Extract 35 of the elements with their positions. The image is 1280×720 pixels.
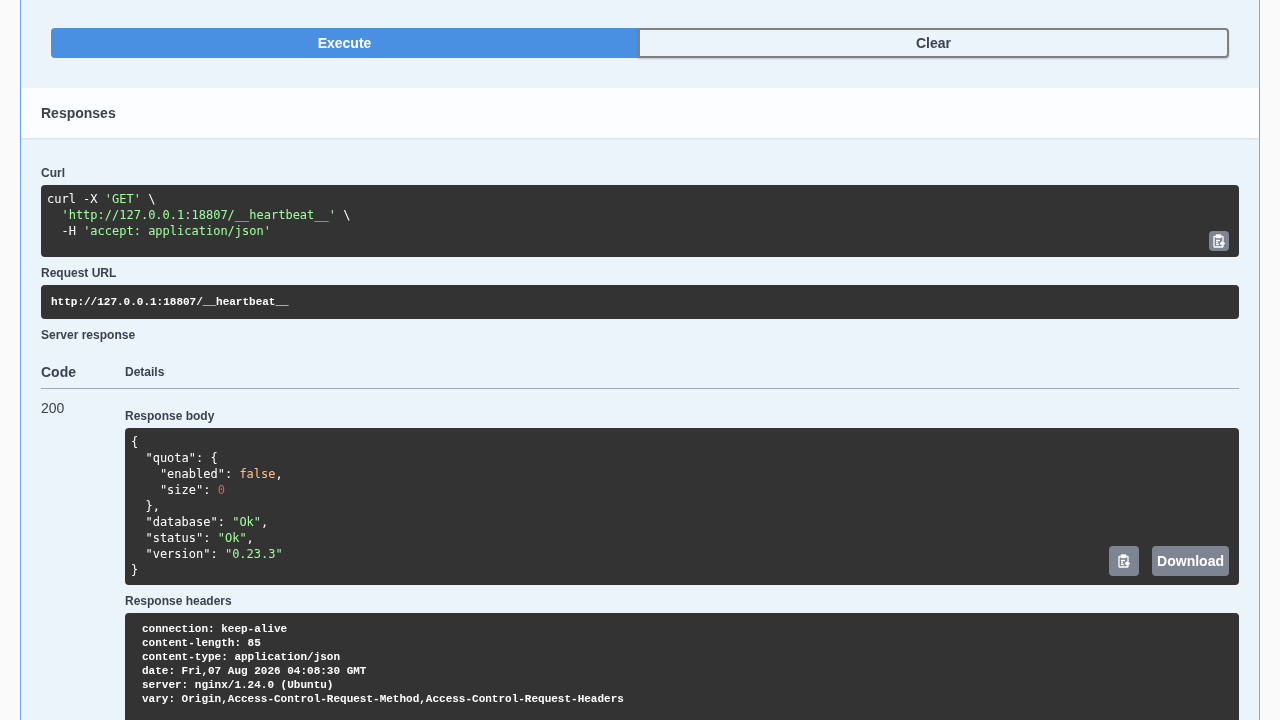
header-line: vary: Origin,Access-Control-Request-Method,Access-Control-Request-Headers — [142, 692, 624, 706]
code-line: -H 'accept: application/json' — [60, 223, 271, 239]
copy-button[interactable] — [1209, 231, 1229, 251]
code-line: "enabled": false, — [158, 466, 283, 482]
code-line: 'http://127.0.0.1:18807/__heartbeat__' \ — [60, 207, 351, 223]
code-line: curl -X 'GET' \ — [47, 191, 156, 207]
column-header: Details — [125, 365, 165, 379]
field-label: Request URL — [41, 266, 118, 280]
status-code: 200 — [41, 400, 66, 416]
section-title: Responses — [41, 105, 116, 121]
field-label: Curl — [41, 166, 66, 180]
field-label: Response body — [125, 409, 216, 423]
code-line: "database": "Ok", — [144, 514, 269, 530]
clipboard-icon — [1212, 234, 1226, 248]
code-line: "quota": { — [144, 450, 218, 466]
code-line: { — [131, 434, 139, 450]
download-button[interactable]: Download — [1152, 546, 1229, 576]
code-line: "version": "0.23.3" — [144, 546, 283, 562]
code-line: "status": "Ok", — [144, 530, 254, 546]
clipboard-icon — [1117, 554, 1132, 568]
copy-button[interactable] — [1109, 546, 1140, 576]
execute-button[interactable]: Execute — [51, 28, 638, 58]
field-label: Response headers — [125, 594, 233, 608]
code-line: }, — [144, 498, 160, 514]
field-label: Server response — [41, 328, 137, 342]
code-line: "size": 0 — [158, 482, 225, 498]
header-line: date: Fri,07 Aug 2026 04:08:30 GMT — [142, 664, 367, 678]
header-line: content-type: application/json — [142, 650, 341, 664]
column-header: Code — [41, 364, 77, 380]
header-line: server: nginx/1.24.0 (Ubuntu) — [142, 678, 334, 692]
clear-button[interactable]: Clear — [638, 28, 1229, 58]
header-line: content-length: 85 — [142, 636, 261, 650]
url-block: http://127.0.0.1:18807/__heartbeat__ — [41, 285, 1239, 319]
header-line: connection: keep-alive — [142, 622, 288, 636]
code-line: } — [131, 562, 139, 578]
